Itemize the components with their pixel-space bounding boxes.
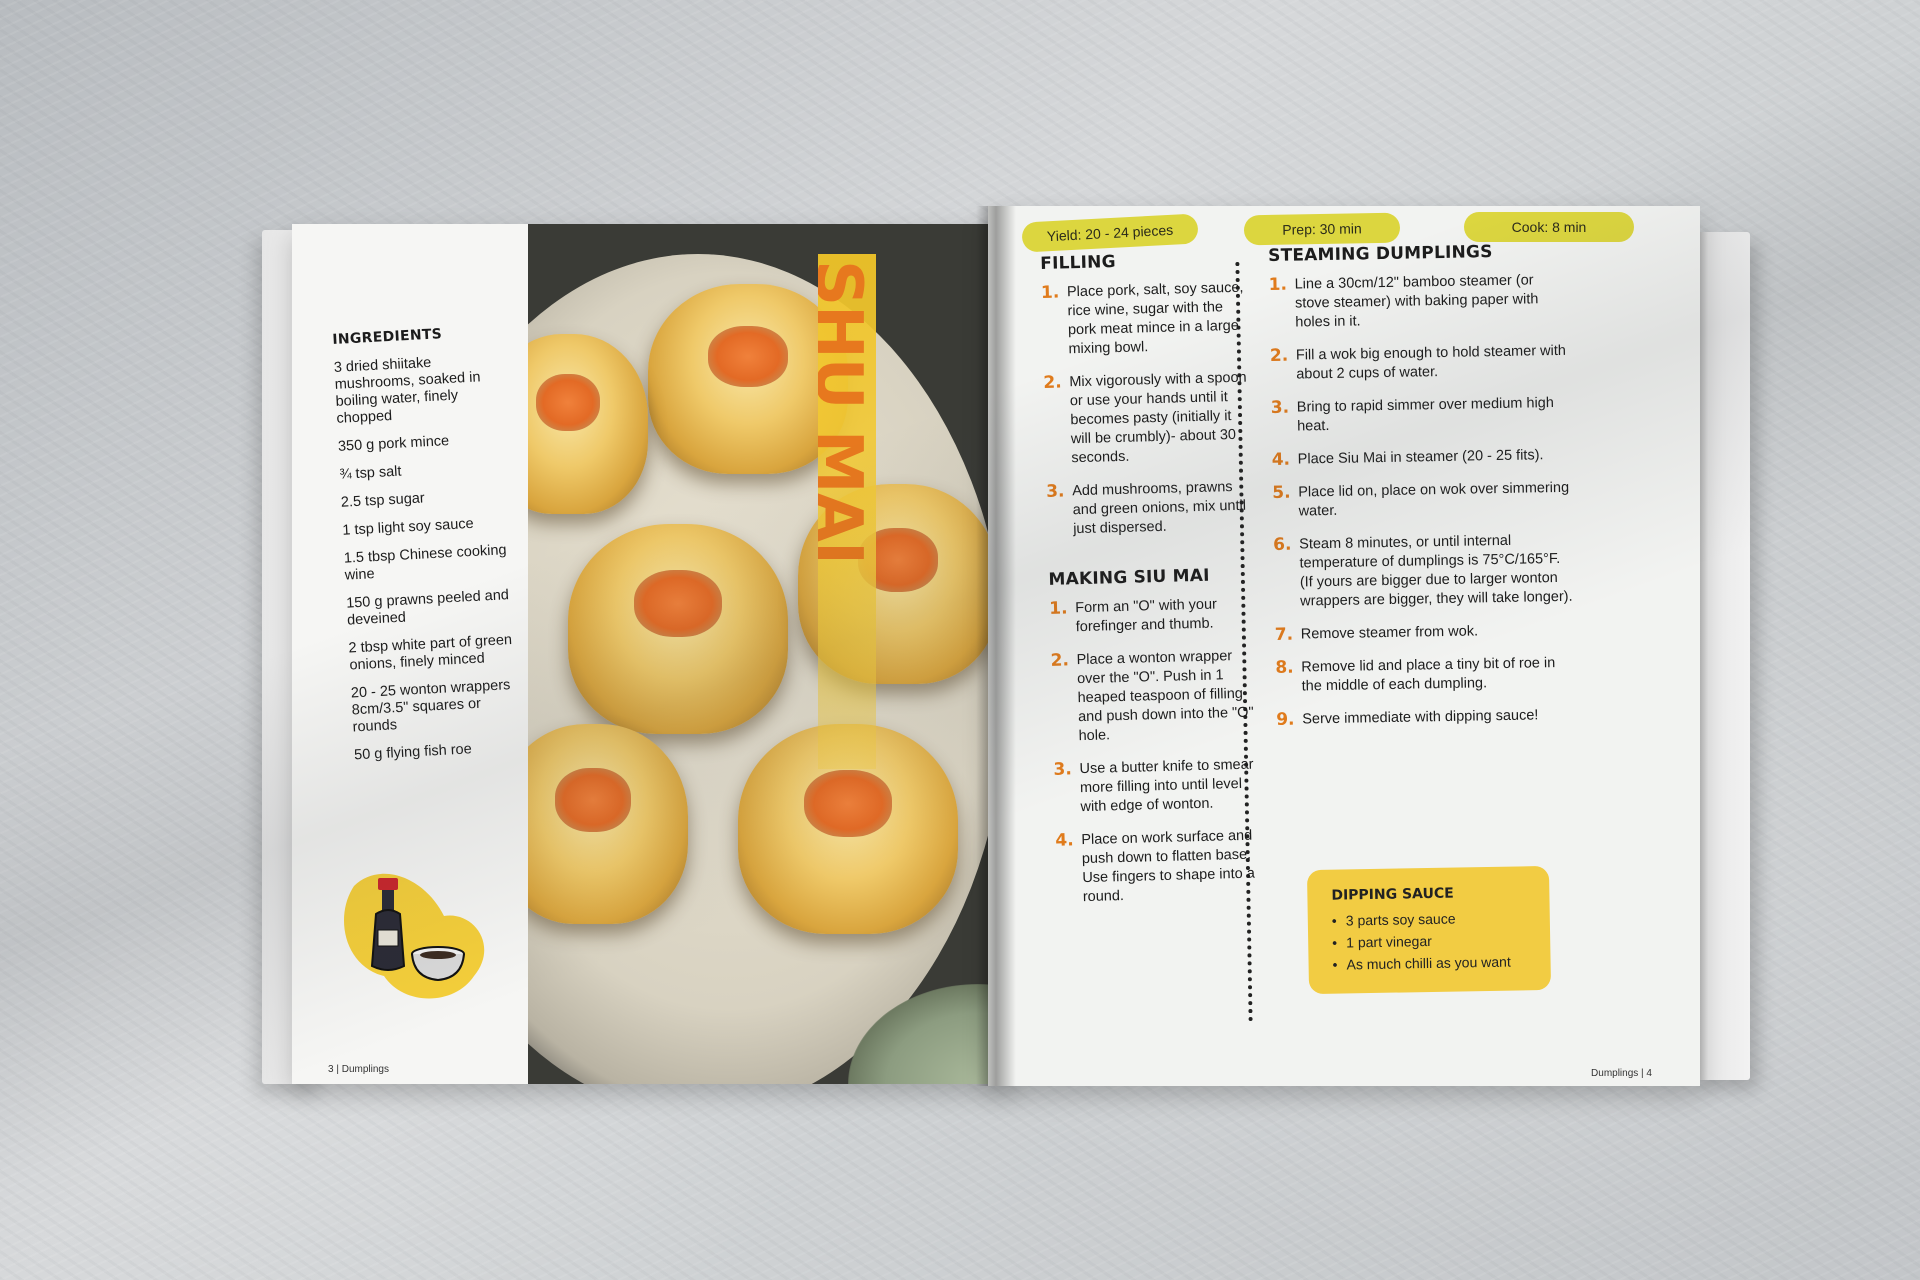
cook-pill: Cook: 8 min bbox=[1464, 212, 1634, 242]
ingredient-item: 150 g prawns peeled and deveined bbox=[345, 587, 510, 629]
step-text: Steam 8 minutes, or until internal tempe… bbox=[1299, 532, 1573, 610]
page-folio-left: 3 | Dumplings bbox=[328, 1064, 389, 1075]
step-text: Place lid on, place on wok over simmerin… bbox=[1298, 479, 1570, 520]
step-text: Place pork, salt, soy sauce, rice wine, … bbox=[1066, 279, 1244, 358]
ingredient-item: 2.5 tsp sugar bbox=[340, 490, 426, 511]
step-number: 3. bbox=[1270, 397, 1290, 418]
step-number: 4. bbox=[1055, 830, 1074, 851]
step-number: 4. bbox=[1271, 449, 1291, 470]
step-number: 1. bbox=[1040, 282, 1060, 303]
steaming-step: 9. Serve immediate with dipping sauce! bbox=[1276, 706, 1576, 730]
dipping-sauce-box: DIPPING SAUCE 3 parts soy sauce 1 part v… bbox=[1306, 865, 1552, 995]
making-title: MAKING SIU MAI bbox=[1048, 565, 1210, 590]
dipping-sauce-item: As much chilli as you want bbox=[1332, 950, 1526, 975]
step-text: Fill a wok big enough to hold steamer wi… bbox=[1295, 342, 1567, 383]
ingredient-item: 20 - 25 wonton wrappers 8cm/3.5" squares… bbox=[350, 677, 511, 736]
ingredient-item: 1 tsp light soy sauce bbox=[341, 515, 475, 539]
steaming-step: 5. Place lid on, place on wok over simme… bbox=[1272, 479, 1573, 522]
making-step: 2. Place a wonton wrapper over the "O". … bbox=[1050, 646, 1262, 746]
step-number: 9. bbox=[1276, 709, 1295, 730]
ingredient-item: ¾ tsp salt bbox=[339, 463, 402, 483]
dumpling-image bbox=[568, 524, 788, 734]
ingredient-item: 50 g flying fish roe bbox=[353, 741, 473, 764]
filling-title: FILLING bbox=[1040, 252, 1117, 274]
ingredient-item: 1.5 tbsp Chinese cooking wine bbox=[343, 542, 507, 584]
step-number: 8. bbox=[1275, 657, 1294, 678]
steaming-step: 7. Remove steamer from wok. bbox=[1275, 621, 1575, 645]
filling-step: 1. Place pork, salt, soy sauce, rice win… bbox=[1041, 278, 1253, 359]
steaming-step: 8. Remove lid and place a tiny bit of ro… bbox=[1275, 654, 1576, 697]
steaming-step: 4. Place Siu Mai in steamer (20 - 25 fit… bbox=[1272, 446, 1572, 470]
step-text: Place a wonton wrapper over the "O". Pus… bbox=[1076, 648, 1254, 745]
step-text: Line a 30cm/12" bamboo steamer (or stove… bbox=[1294, 272, 1539, 331]
left-column: FILLING 1. Place pork, salt, soy sauce, … bbox=[1040, 249, 1267, 922]
dumplings-photo: SHU MAI bbox=[528, 224, 1012, 1084]
step-text: Add mushrooms, prawns and green onions, … bbox=[1072, 479, 1247, 538]
left-page: INGREDIENTS 3 dried shiitake mushrooms, … bbox=[292, 224, 1012, 1084]
title-band: SHU MAI bbox=[818, 254, 876, 769]
step-text: Place Siu Mai in steamer (20 - 25 fits). bbox=[1297, 447, 1544, 468]
steaming-step: 2. Fill a wok big enough to hold steamer… bbox=[1270, 342, 1571, 385]
step-number: 6. bbox=[1273, 534, 1292, 555]
ingredient-item: 350 g pork mince bbox=[337, 433, 450, 455]
ingredients-title: INGREDIENTS bbox=[332, 326, 443, 348]
step-text: Remove lid and place a tiny bit of roe i… bbox=[1301, 655, 1556, 695]
step-number: 5. bbox=[1272, 482, 1291, 503]
right-page: Yield: 20 - 24 pieces Prep: 30 min Cook:… bbox=[988, 206, 1700, 1086]
step-text: Remove steamer from wok. bbox=[1300, 623, 1479, 643]
right-column: STEAMING DUMPLINGS 1. Line a 30cm/12" ba… bbox=[1268, 241, 1577, 744]
step-text: Form an "O" with your forefinger and thu… bbox=[1075, 596, 1218, 636]
step-text: Bring to rapid simmer over medium high h… bbox=[1296, 395, 1555, 435]
step-number: 1. bbox=[1268, 274, 1288, 295]
step-number: 3. bbox=[1045, 481, 1065, 502]
open-cookbook: INGREDIENTS 3 dried shiitake mushrooms, … bbox=[262, 204, 1750, 1116]
dumpling-image bbox=[528, 724, 688, 924]
making-step: 4. Place on work surface and push down t… bbox=[1055, 826, 1267, 907]
prep-pill: Prep: 30 min bbox=[1243, 212, 1401, 246]
ingredient-item: 3 dried shiitake mushrooms, soaked in bo… bbox=[333, 354, 481, 427]
making-step: 1. Form an "O" with your forefinger and … bbox=[1049, 594, 1260, 637]
step-number: 3. bbox=[1053, 759, 1073, 780]
soy-sauce-bottle-icon bbox=[324, 856, 494, 1006]
steaming-step: 3. Bring to rapid simmer over medium hig… bbox=[1271, 394, 1572, 437]
recipe-title: SHU MAI bbox=[818, 260, 875, 564]
page-folio-right: Dumplings | 4 bbox=[1591, 1068, 1652, 1079]
filling-step: 3. Add mushrooms, prawns and green onion… bbox=[1046, 477, 1257, 539]
step-number: 7. bbox=[1274, 624, 1294, 645]
step-number: 2. bbox=[1050, 650, 1070, 671]
steaming-step: 1. Line a 30cm/12" bamboo steamer (or st… bbox=[1269, 271, 1570, 333]
ingredient-item: 2 tbsp white part of green onions, finel… bbox=[348, 632, 513, 674]
yield-pill: Yield: 20 - 24 pieces bbox=[1021, 213, 1199, 253]
step-number: 1. bbox=[1049, 598, 1068, 619]
step-text: Mix vigorously with a spoon or use your … bbox=[1069, 369, 1247, 467]
step-text: Serve immediate with dipping sauce! bbox=[1302, 707, 1539, 728]
step-text: Place on work surface and push down to f… bbox=[1081, 827, 1256, 906]
steaming-title: STEAMING DUMPLINGS bbox=[1268, 242, 1493, 266]
making-step: 3. Use a butter knife to smear more fill… bbox=[1053, 755, 1264, 817]
dipping-sauce-title: DIPPING SAUCE bbox=[1331, 885, 1454, 904]
steaming-step: 6. Steam 8 minutes, or until internal te… bbox=[1273, 531, 1574, 612]
step-text: Use a butter knife to smear more filling… bbox=[1079, 756, 1254, 816]
ingredients-list: INGREDIENTS 3 dried shiitake mushrooms, … bbox=[332, 323, 525, 775]
step-number: 2. bbox=[1269, 345, 1289, 366]
filling-step: 2. Mix vigorously with a spoon or use yo… bbox=[1043, 368, 1255, 468]
step-number: 2. bbox=[1043, 372, 1062, 393]
